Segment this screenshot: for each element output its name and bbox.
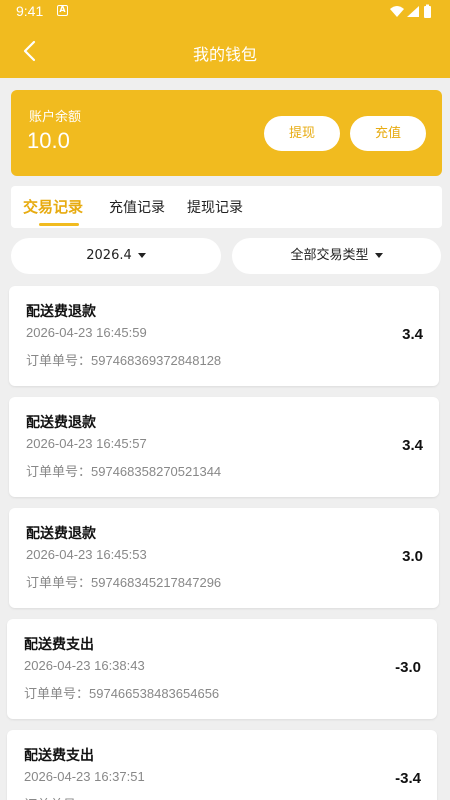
record-item[interactable]: 配送费支出 2026-04-23 16:38:43 订单单号：597466538…	[7, 619, 437, 719]
order-number: 597468369372848128	[91, 353, 222, 368]
record-time: 2026-04-23 16:45:57	[26, 436, 147, 451]
record-time: 2026-04-23 16:38:43	[24, 658, 145, 673]
record-order: 订单单号：597468358270521344	[26, 461, 221, 480]
caret-down-icon	[374, 253, 383, 258]
record-item[interactable]: 配送费退款 2026-04-23 16:45:59 订单单号：597468369…	[9, 286, 439, 386]
balance-card: 账户余额 10.0 提现 充值	[11, 90, 442, 176]
page-title: 我的钱包	[192, 45, 257, 64]
withdraw-button[interactable]: 提现	[264, 116, 340, 151]
app-bar: 9:41 A 我的钱包	[0, 0, 450, 78]
caret-down-icon	[137, 253, 146, 258]
recharge-button[interactable]: 充值	[350, 116, 426, 151]
record-order: 订单单号：597466538483654656	[24, 683, 219, 702]
record-title: 配送费退款	[26, 526, 96, 542]
wifi-icon	[390, 6, 404, 17]
record-amount: 3.0	[402, 548, 423, 565]
notification-icon: A	[57, 5, 68, 16]
header: 我的钱包	[0, 24, 450, 78]
record-time: 2026-04-23 16:45:53	[26, 547, 147, 562]
order-label: 订单单号：	[26, 354, 92, 369]
system-icons	[390, 4, 431, 18]
order-number: 597466538483654656	[89, 686, 220, 701]
order-label: 订单单号：	[26, 465, 92, 480]
record-title: 配送费支出	[24, 637, 94, 653]
record-item[interactable]: 配送费支出 2026-04-23 16:37:51 订单单号： -3.4	[7, 730, 437, 800]
month-filter[interactable]: 2026.4	[11, 238, 221, 274]
balance-label: 账户余额	[29, 110, 82, 125]
record-item[interactable]: 配送费退款 2026-04-23 16:45:57 订单单号：597468358…	[9, 397, 439, 497]
record-amount: -3.0	[395, 659, 421, 676]
type-filter-label: 全部交易类型	[290, 248, 369, 263]
signal-icon	[407, 6, 419, 17]
status-time: 9:41	[16, 3, 44, 19]
battery-icon	[424, 6, 431, 18]
record-order: 订单单号：597468369372848128	[26, 350, 221, 369]
tab-bar: 交易记录 充值记录 提现记录	[11, 186, 442, 228]
order-number: 597468345217847296	[91, 575, 222, 590]
month-filter-label: 2026.4	[86, 248, 132, 263]
balance-amount: 10.0	[27, 128, 70, 153]
record-time: 2026-04-23 16:37:51	[24, 769, 145, 784]
tab-withdraw-records[interactable]: 提现记录	[187, 197, 243, 217]
record-order: 订单单号：	[24, 794, 89, 800]
type-filter[interactable]: 全部交易类型	[232, 238, 441, 274]
tab-recharge-records[interactable]: 充值记录	[109, 197, 165, 217]
record-order: 订单单号：597468345217847296	[26, 572, 221, 591]
record-time: 2026-04-23 16:45:59	[26, 325, 147, 340]
order-label: 订单单号：	[24, 687, 90, 702]
order-number: 597468358270521344	[91, 464, 222, 479]
record-title: 配送费支出	[24, 748, 94, 764]
record-amount: 3.4	[402, 326, 423, 343]
record-item[interactable]: 配送费退款 2026-04-23 16:45:53 订单单号：597468345…	[9, 508, 439, 608]
order-label: 订单单号：	[26, 576, 92, 591]
active-tab-indicator	[39, 223, 79, 226]
tab-transactions[interactable]: 交易记录	[23, 196, 83, 217]
status-bar: 9:41 A	[0, 0, 450, 24]
record-amount: -3.4	[395, 770, 421, 787]
record-title: 配送费退款	[26, 415, 96, 431]
record-amount: 3.4	[402, 437, 423, 454]
record-title: 配送费退款	[26, 304, 96, 320]
